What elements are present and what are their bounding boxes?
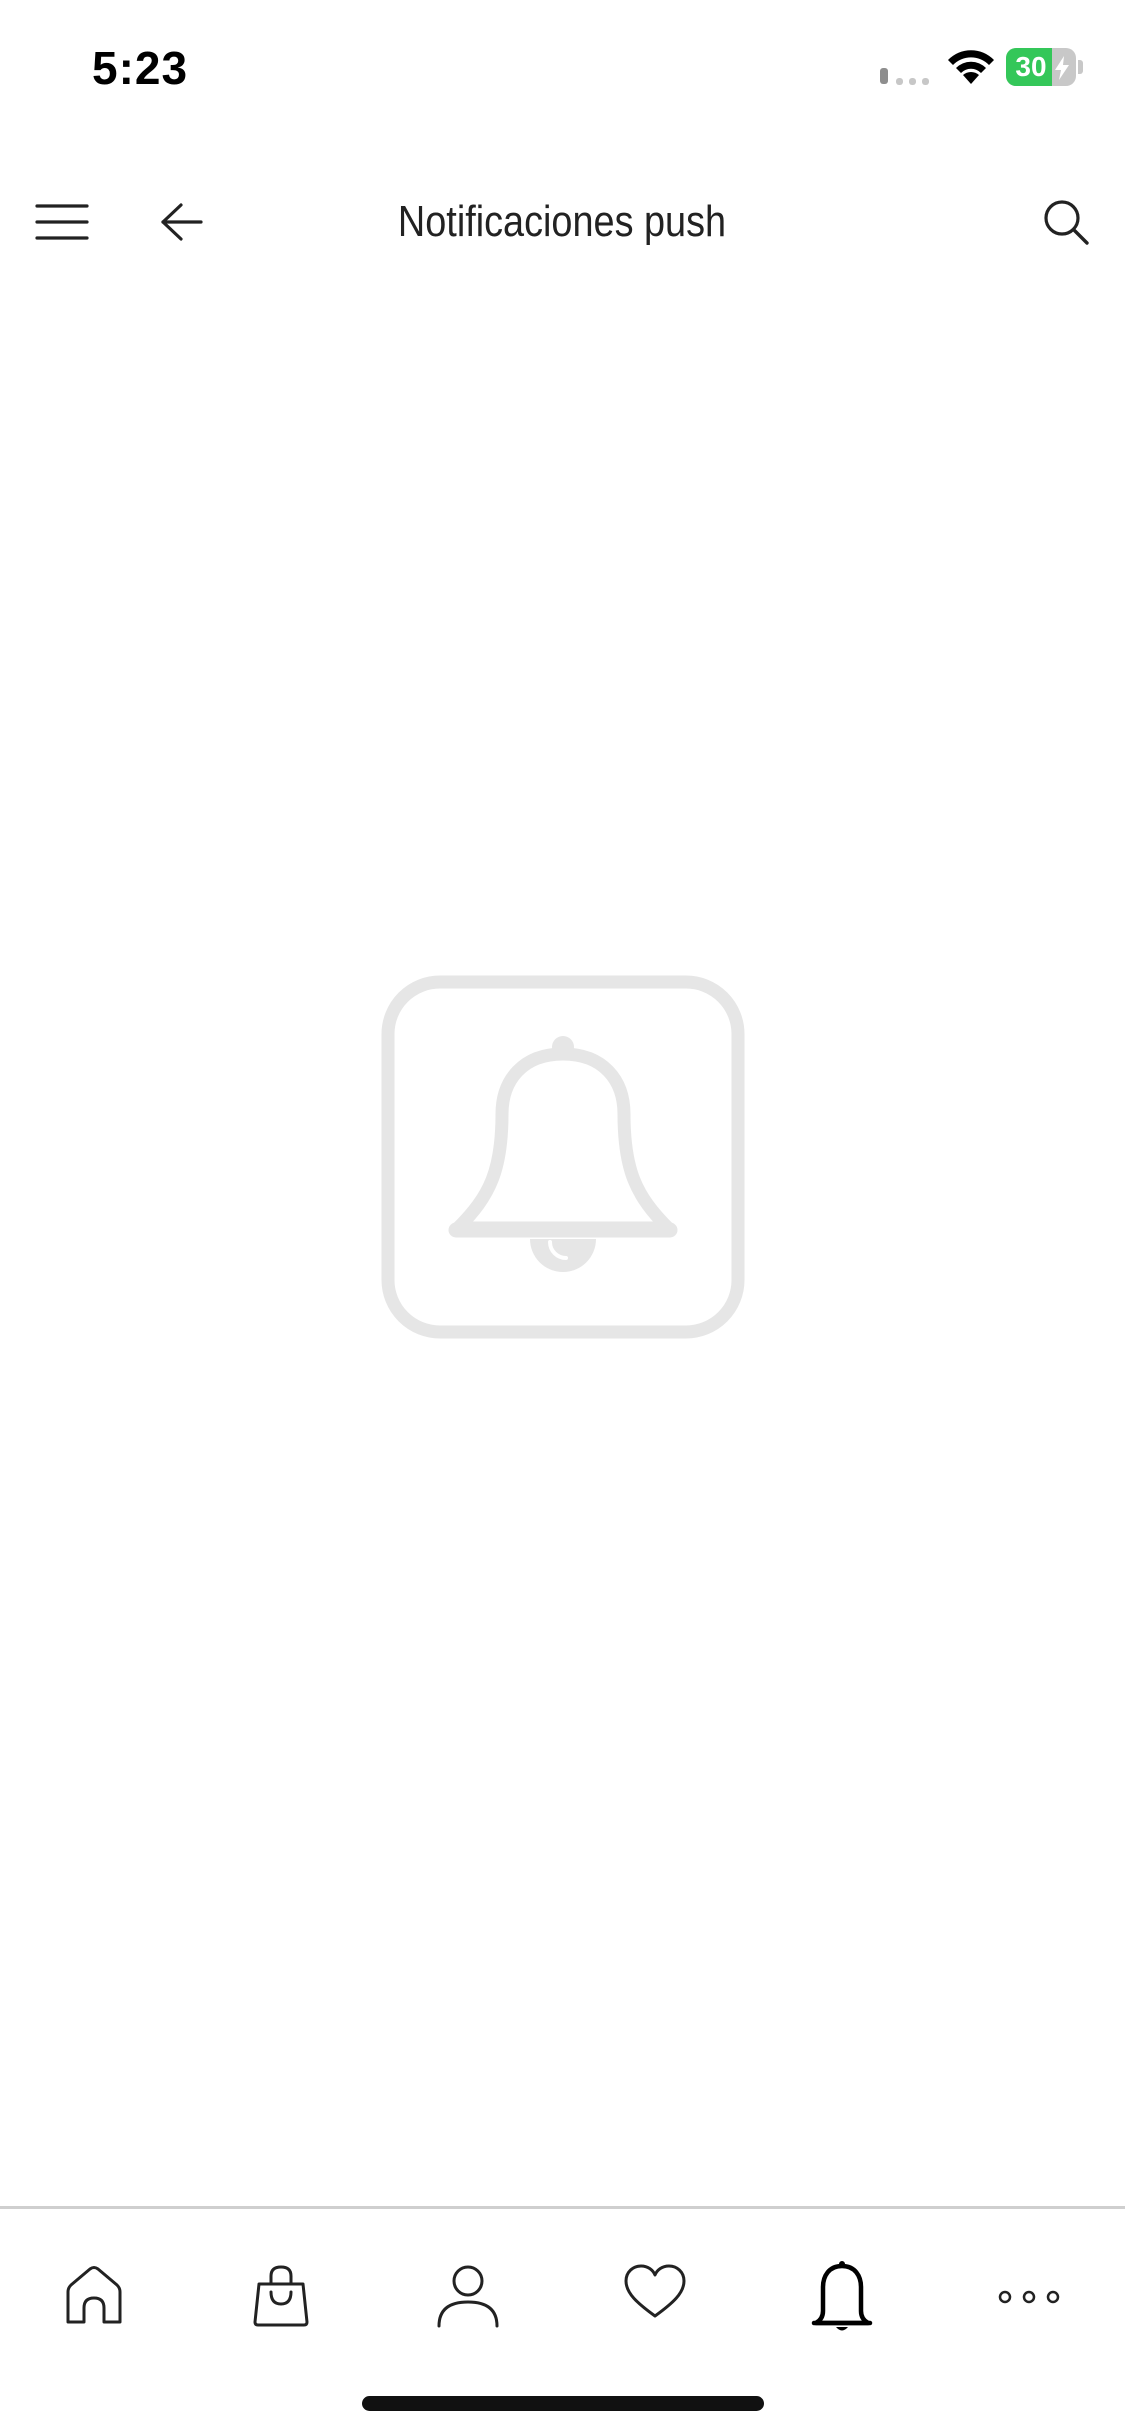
top-navigation-bar: Notificaciones push bbox=[0, 140, 1125, 250]
back-button[interactable] bbox=[142, 182, 222, 262]
empty-notifications-bell-icon bbox=[381, 975, 745, 1339]
status-time: 5:23 bbox=[92, 42, 189, 94]
battery-percent: 30 bbox=[1015, 51, 1047, 82]
menu-button[interactable] bbox=[22, 182, 102, 262]
tab-shop[interactable] bbox=[187, 2209, 374, 2389]
user-icon bbox=[437, 2265, 498, 2328]
hamburger-menu-icon bbox=[35, 204, 89, 240]
page-title: Notificaciones push bbox=[397, 197, 727, 246]
home-indicator[interactable] bbox=[362, 2396, 764, 2411]
more-dots-icon bbox=[998, 2290, 1059, 2304]
bottom-tab-bar bbox=[0, 2209, 1125, 2389]
shopping-bag-icon bbox=[253, 2265, 308, 2327]
cellular-signal-icon bbox=[880, 68, 929, 85]
search-button[interactable] bbox=[1026, 182, 1106, 262]
status-bar: 5:23 30 bbox=[0, 0, 1125, 130]
search-icon bbox=[1044, 200, 1089, 245]
arrow-left-icon bbox=[161, 203, 203, 241]
tab-favorites[interactable] bbox=[561, 2209, 748, 2389]
home-icon bbox=[66, 2266, 121, 2324]
wifi-icon bbox=[948, 50, 994, 84]
tab-profile[interactable] bbox=[374, 2209, 561, 2389]
bell-icon bbox=[811, 2261, 872, 2331]
charging-bolt-icon bbox=[1055, 56, 1069, 80]
heart-icon bbox=[624, 2264, 685, 2318]
tab-home[interactable] bbox=[0, 2209, 187, 2389]
tab-more[interactable] bbox=[935, 2209, 1122, 2389]
battery-indicator: 30 bbox=[1006, 48, 1084, 88]
tab-notifications[interactable] bbox=[748, 2209, 935, 2389]
